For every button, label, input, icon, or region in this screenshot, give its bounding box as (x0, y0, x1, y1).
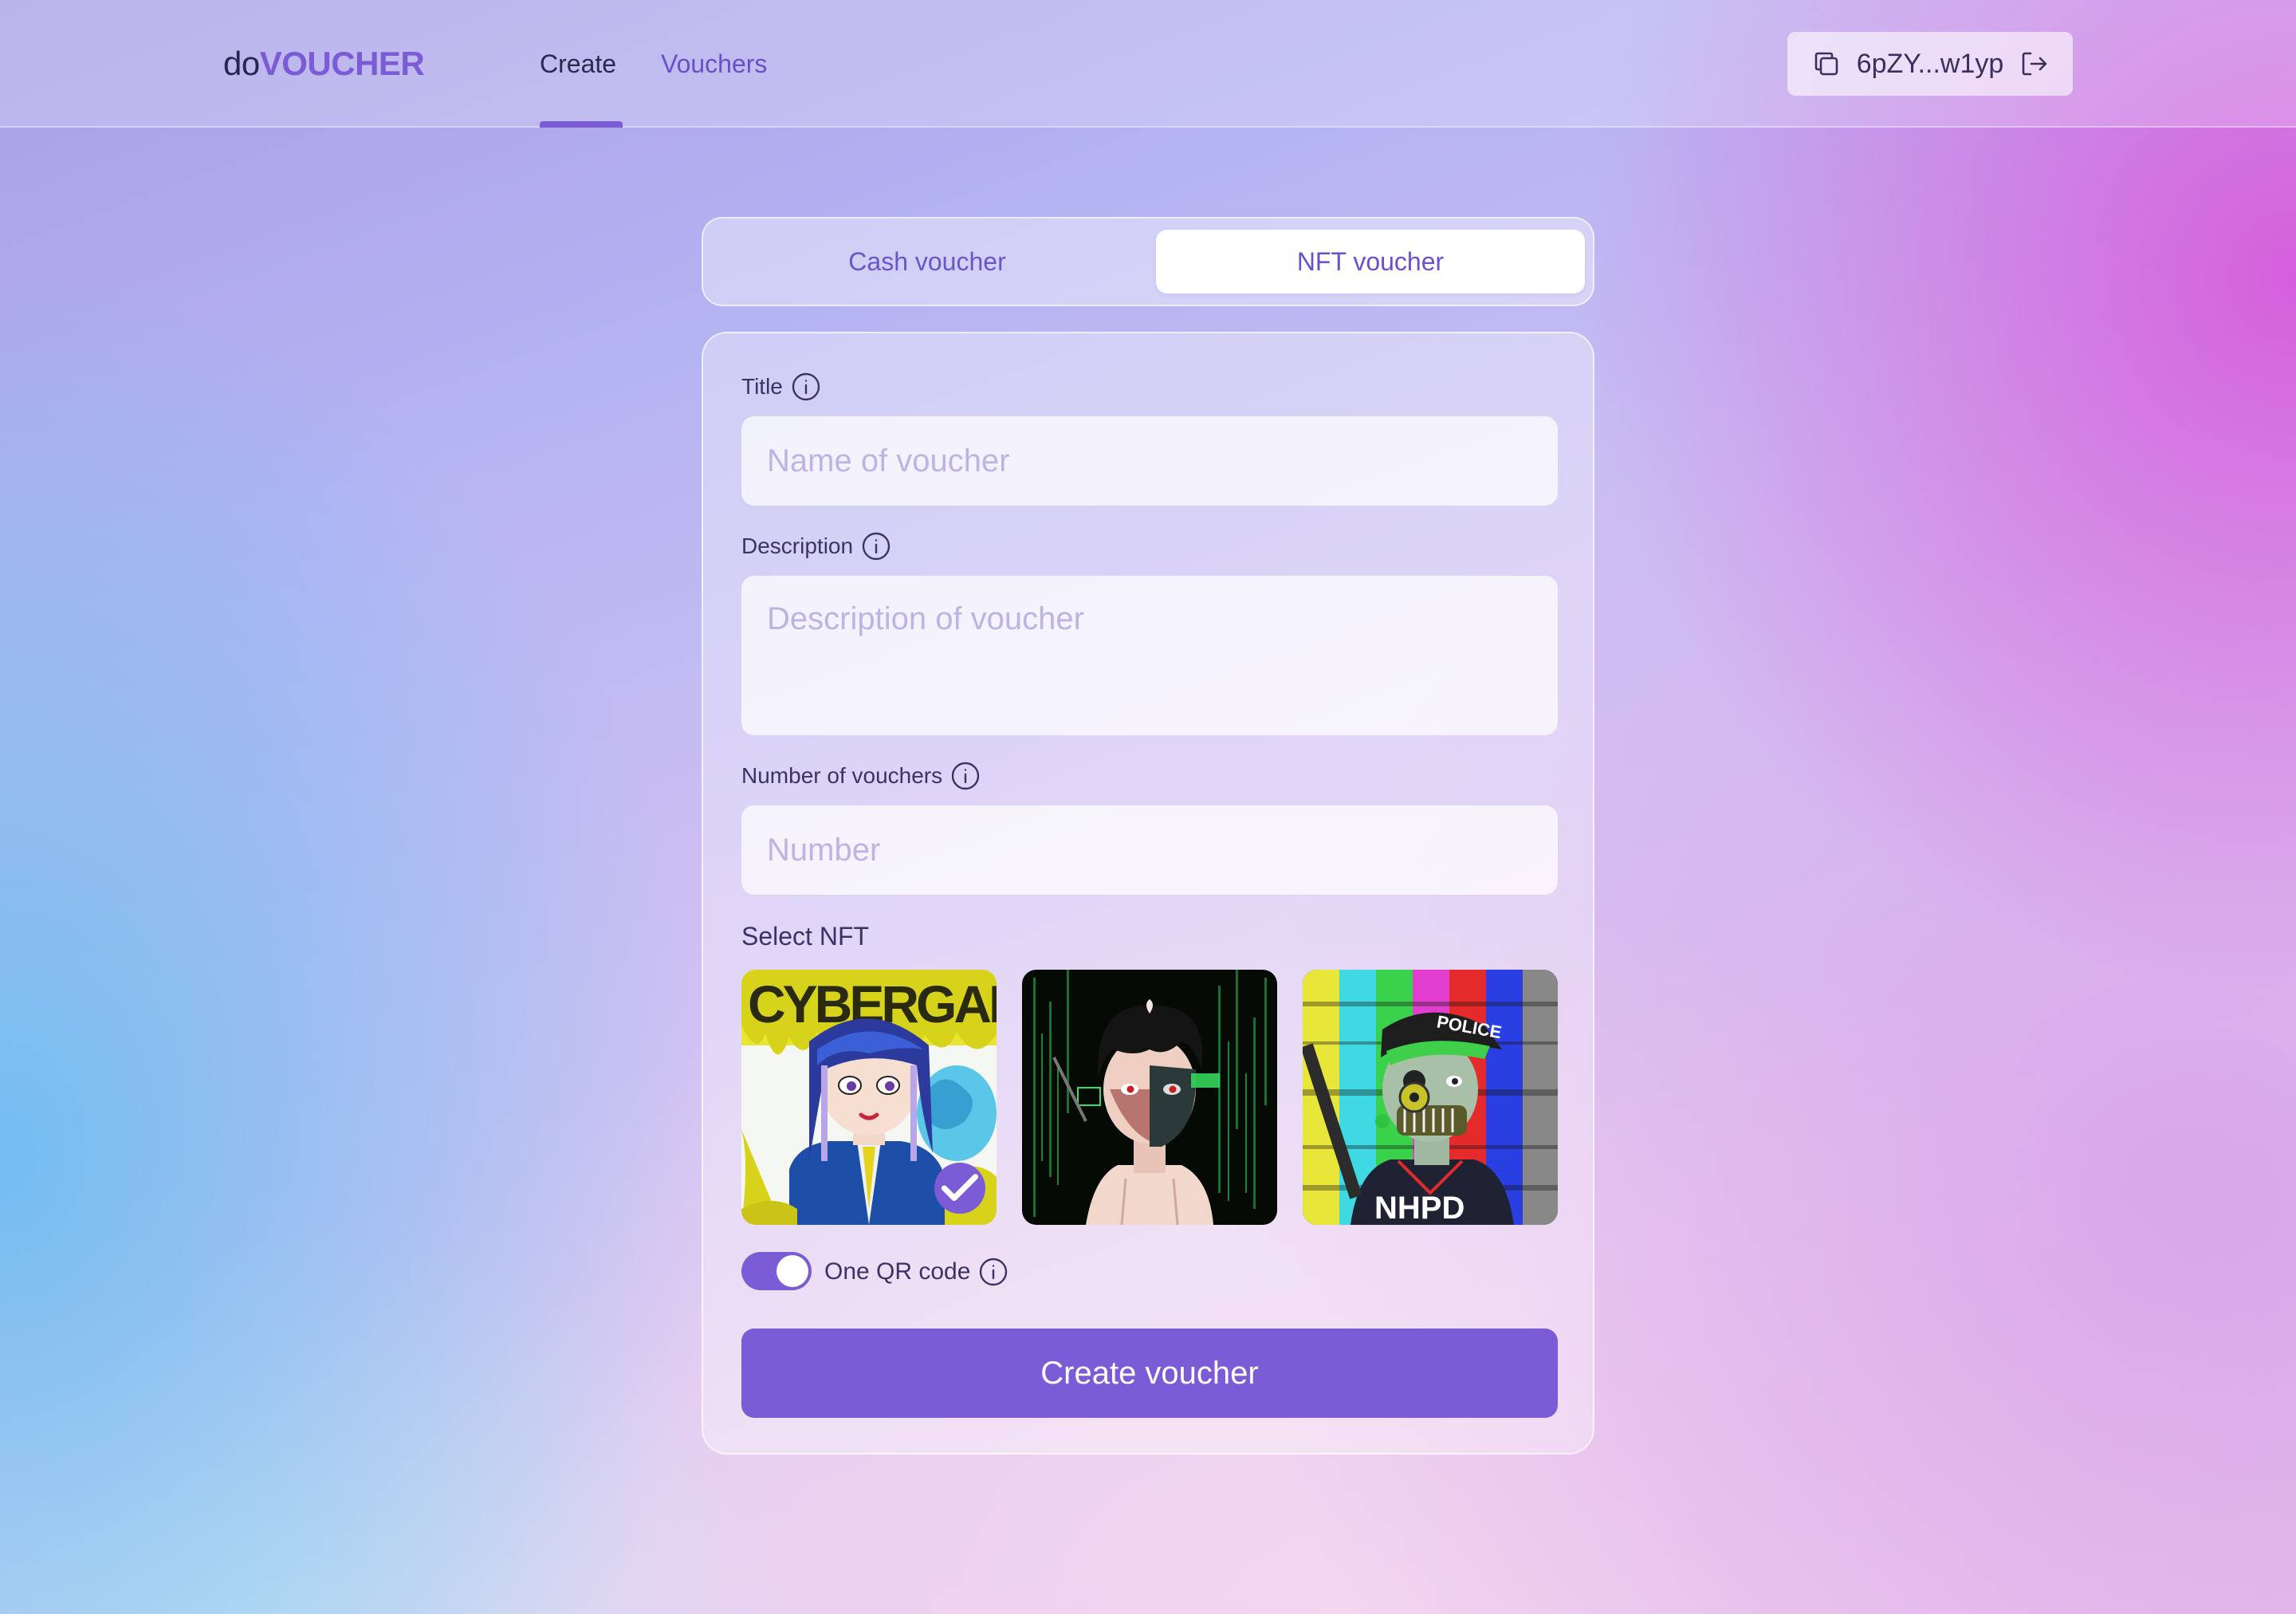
toggle-knob (776, 1255, 808, 1287)
logo-prefix: do (223, 45, 260, 82)
selected-check-icon (934, 1163, 985, 1214)
logo-main: VOUCHER (259, 45, 425, 82)
one-qr-toggle[interactable] (741, 1252, 812, 1290)
nft-image-police-character: NHPD POLICE (1303, 970, 1558, 1225)
info-icon[interactable] (791, 372, 821, 402)
description-label-text: Description (741, 533, 854, 558)
info-icon[interactable] (861, 531, 891, 561)
number-input[interactable] (741, 805, 1558, 895)
info-icon[interactable] (978, 1257, 1008, 1287)
copy-icon[interactable] (1810, 48, 1842, 80)
app-logo[interactable]: doVOUCHER (223, 41, 425, 86)
description-input[interactable] (741, 576, 1558, 735)
cash-voucher-tab[interactable]: Cash voucher (713, 230, 1142, 293)
wallet-address-button[interactable]: 6pZY...w1yp (1787, 32, 2073, 96)
title-label-text: Title (741, 374, 783, 399)
create-voucher-button[interactable]: Create voucher (741, 1329, 1558, 1418)
logout-icon[interactable] (2018, 48, 2050, 80)
number-label-text: Number of vouchers (741, 763, 943, 788)
create-voucher-form: Title Description Number of vouchers Sel… (702, 332, 1594, 1455)
active-tab-indicator (540, 121, 623, 128)
one-qr-label-text: One QR code (824, 1258, 971, 1285)
title-label: Title (741, 372, 821, 402)
svg-text:NHPD: NHPD (1374, 1191, 1464, 1225)
title-input[interactable] (741, 416, 1558, 506)
nft-image-masked-character (1022, 970, 1277, 1225)
number-label: Number of vouchers (741, 761, 981, 791)
nft-voucher-tab[interactable]: NFT voucher (1156, 230, 1585, 293)
nft-option-1[interactable]: CYBERGALZ (741, 970, 997, 1225)
info-icon[interactable] (950, 761, 981, 791)
description-label: Description (741, 531, 891, 561)
select-nft-label: Select NFT (741, 922, 870, 951)
wallet-address: 6pZY...w1yp (1856, 48, 2004, 79)
one-qr-label: One QR code (824, 1257, 1008, 1287)
nft-option-2[interactable] (1022, 970, 1277, 1225)
nft-option-3[interactable]: NHPD POLICE (1303, 970, 1558, 1225)
voucher-type-switch: Cash voucher NFT voucher (702, 217, 1594, 306)
nav-tab-create[interactable]: Create (540, 45, 616, 83)
nav-tab-vouchers[interactable]: Vouchers (661, 45, 767, 83)
top-navigation-bar: doVOUCHER Create Vouchers 6pZY...w1yp (0, 0, 2296, 128)
